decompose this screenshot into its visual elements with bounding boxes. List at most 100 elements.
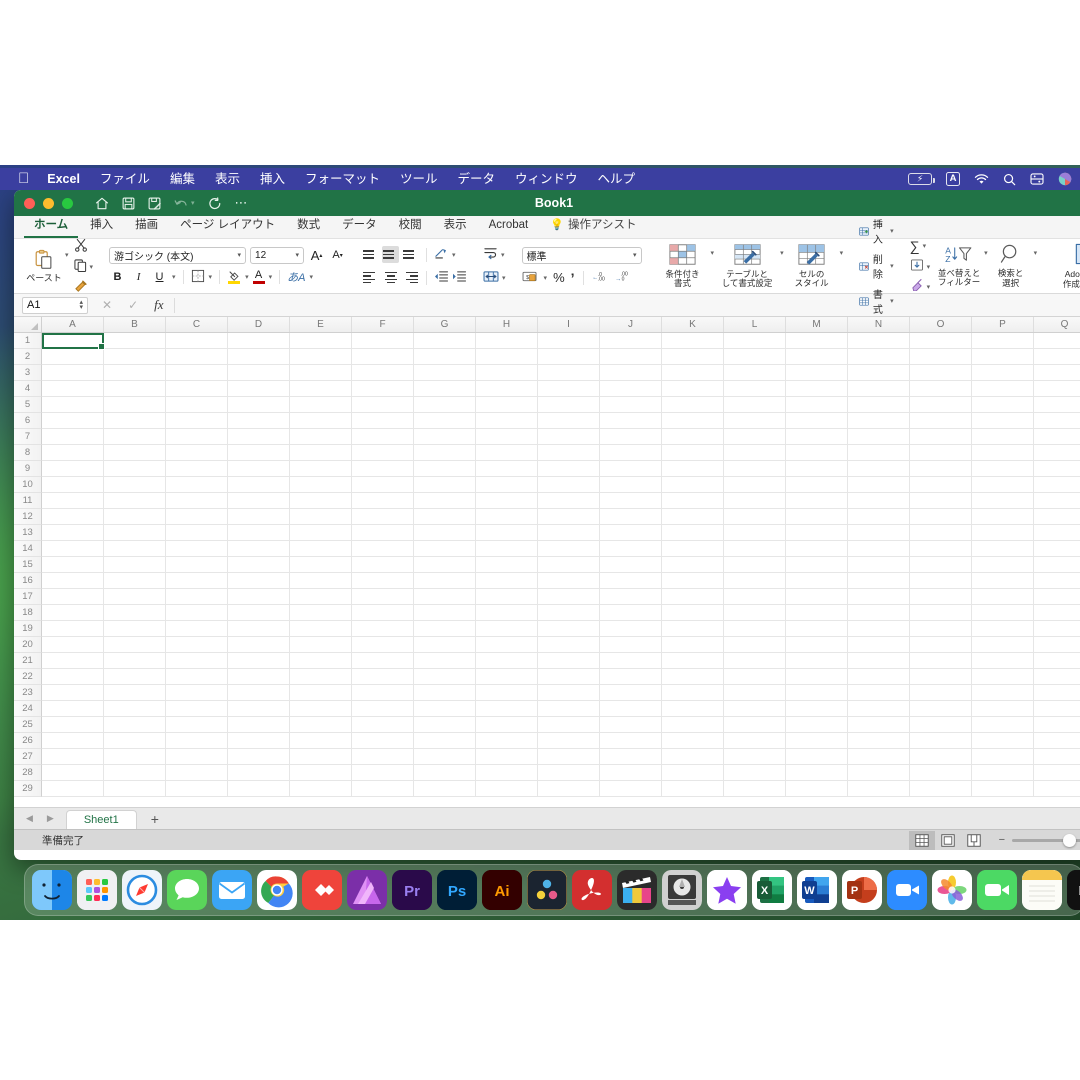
decrease-decimal-icon[interactable]: .00 → 0: [615, 270, 632, 285]
cell-F24[interactable]: [352, 701, 414, 717]
cell-Q9[interactable]: [1034, 461, 1080, 477]
cell-F28[interactable]: [352, 765, 414, 781]
cell-F4[interactable]: [352, 381, 414, 397]
dock-item-mail[interactable]: [212, 870, 252, 910]
row-header-8[interactable]: 8: [14, 445, 42, 461]
cell-C12[interactable]: [166, 509, 228, 525]
underline-button[interactable]: U: [151, 269, 168, 286]
cell-G27[interactable]: [414, 749, 476, 765]
cell-N29[interactable]: [848, 781, 910, 797]
cell-J26[interactable]: [600, 733, 662, 749]
name-box[interactable]: A1 ▴ ▾: [22, 296, 88, 314]
cell-K3[interactable]: [662, 365, 724, 381]
font-name-select[interactable]: 游ゴシック (本文) ▾: [109, 246, 247, 264]
cell-E15[interactable]: [290, 557, 352, 573]
format-as-table-dropdown-icon[interactable]: ▾: [780, 249, 784, 257]
column-header-F[interactable]: F: [352, 317, 414, 332]
row-header-26[interactable]: 26: [14, 733, 42, 749]
cell-H28[interactable]: [476, 765, 538, 781]
column-header-Q[interactable]: Q: [1034, 317, 1080, 332]
cell-I24[interactable]: [538, 701, 600, 717]
cell-K10[interactable]: [662, 477, 724, 493]
cell-M20[interactable]: [786, 637, 848, 653]
cell-D25[interactable]: [228, 717, 290, 733]
menu-item-help[interactable]: ヘルプ: [588, 168, 646, 190]
cell-G8[interactable]: [414, 445, 476, 461]
format-as-table-button[interactable]: テーブルと して書式設定: [717, 243, 777, 289]
cell-L8[interactable]: [724, 445, 786, 461]
cell-P9[interactable]: [972, 461, 1034, 477]
cell-F12[interactable]: [352, 509, 414, 525]
cell-N2[interactable]: [848, 349, 910, 365]
cell-E25[interactable]: [290, 717, 352, 733]
cell-P3[interactable]: [972, 365, 1034, 381]
cell-O6[interactable]: [910, 413, 972, 429]
cell-G1[interactable]: [414, 333, 476, 349]
sheet-tab-sheet1[interactable]: Sheet1: [65, 810, 137, 829]
dock-item-acrobat[interactable]: [572, 870, 612, 910]
cell-F8[interactable]: [352, 445, 414, 461]
cell-H19[interactable]: [476, 621, 538, 637]
cell-B12[interactable]: [104, 509, 166, 525]
row-header-7[interactable]: 7: [14, 429, 42, 445]
cell-G29[interactable]: [414, 781, 476, 797]
cell-H16[interactable]: [476, 573, 538, 589]
cell-G21[interactable]: [414, 653, 476, 669]
cell-C14[interactable]: [166, 541, 228, 557]
cell-P25[interactable]: [972, 717, 1034, 733]
cell-Q7[interactable]: [1034, 429, 1080, 445]
cell-Q3[interactable]: [1034, 365, 1080, 381]
cell-B8[interactable]: [104, 445, 166, 461]
cell-N24[interactable]: [848, 701, 910, 717]
cell-J7[interactable]: [600, 429, 662, 445]
cell-C18[interactable]: [166, 605, 228, 621]
cell-G6[interactable]: [414, 413, 476, 429]
cell-B24[interactable]: [104, 701, 166, 717]
cell-N23[interactable]: [848, 685, 910, 701]
cell-L16[interactable]: [724, 573, 786, 589]
row-header-10[interactable]: 10: [14, 477, 42, 493]
cell-A20[interactable]: [42, 637, 104, 653]
autosum-button[interactable]: ∑ ▾: [910, 238, 931, 254]
cell-N13[interactable]: [848, 525, 910, 541]
cell-Q16[interactable]: [1034, 573, 1080, 589]
cell-G14[interactable]: [414, 541, 476, 557]
cell-I7[interactable]: [538, 429, 600, 445]
increase-indent-icon[interactable]: [452, 270, 467, 286]
cell-B21[interactable]: [104, 653, 166, 669]
copy-icon[interactable]: [73, 258, 87, 275]
column-header-M[interactable]: M: [786, 317, 848, 332]
cell-Q24[interactable]: [1034, 701, 1080, 717]
cell-E7[interactable]: [290, 429, 352, 445]
underline-dropdown-icon[interactable]: ▾: [172, 273, 176, 281]
cell-H20[interactable]: [476, 637, 538, 653]
cell-C23[interactable]: [166, 685, 228, 701]
cell-D3[interactable]: [228, 365, 290, 381]
cell-J1[interactable]: [600, 333, 662, 349]
row-header-14[interactable]: 14: [14, 541, 42, 557]
cell-C19[interactable]: [166, 621, 228, 637]
cell-F3[interactable]: [352, 365, 414, 381]
dock-item-notes[interactable]: [1022, 870, 1062, 910]
cell-F11[interactable]: [352, 493, 414, 509]
cell-F1[interactable]: [352, 333, 414, 349]
cell-D12[interactable]: [228, 509, 290, 525]
cell-E20[interactable]: [290, 637, 352, 653]
cell-K27[interactable]: [662, 749, 724, 765]
cell-N18[interactable]: [848, 605, 910, 621]
cell-Q14[interactable]: [1034, 541, 1080, 557]
tell-me-assist[interactable]: 💡 操作アシスト: [540, 216, 646, 238]
cell-A13[interactable]: [42, 525, 104, 541]
cell-M27[interactable]: [786, 749, 848, 765]
cell-J24[interactable]: [600, 701, 662, 717]
cell-F22[interactable]: [352, 669, 414, 685]
cell-D13[interactable]: [228, 525, 290, 541]
cell-N10[interactable]: [848, 477, 910, 493]
insert-cells-button[interactable]: 挿入 ▾: [859, 216, 894, 246]
prev-sheet-icon[interactable]: ◀: [26, 813, 33, 824]
insert-cells-dropdown-icon[interactable]: ▾: [890, 227, 894, 235]
cell-F29[interactable]: [352, 781, 414, 797]
cell-I2[interactable]: [538, 349, 600, 365]
cell-J10[interactable]: [600, 477, 662, 493]
zoom-out-button[interactable]: −: [999, 834, 1005, 846]
